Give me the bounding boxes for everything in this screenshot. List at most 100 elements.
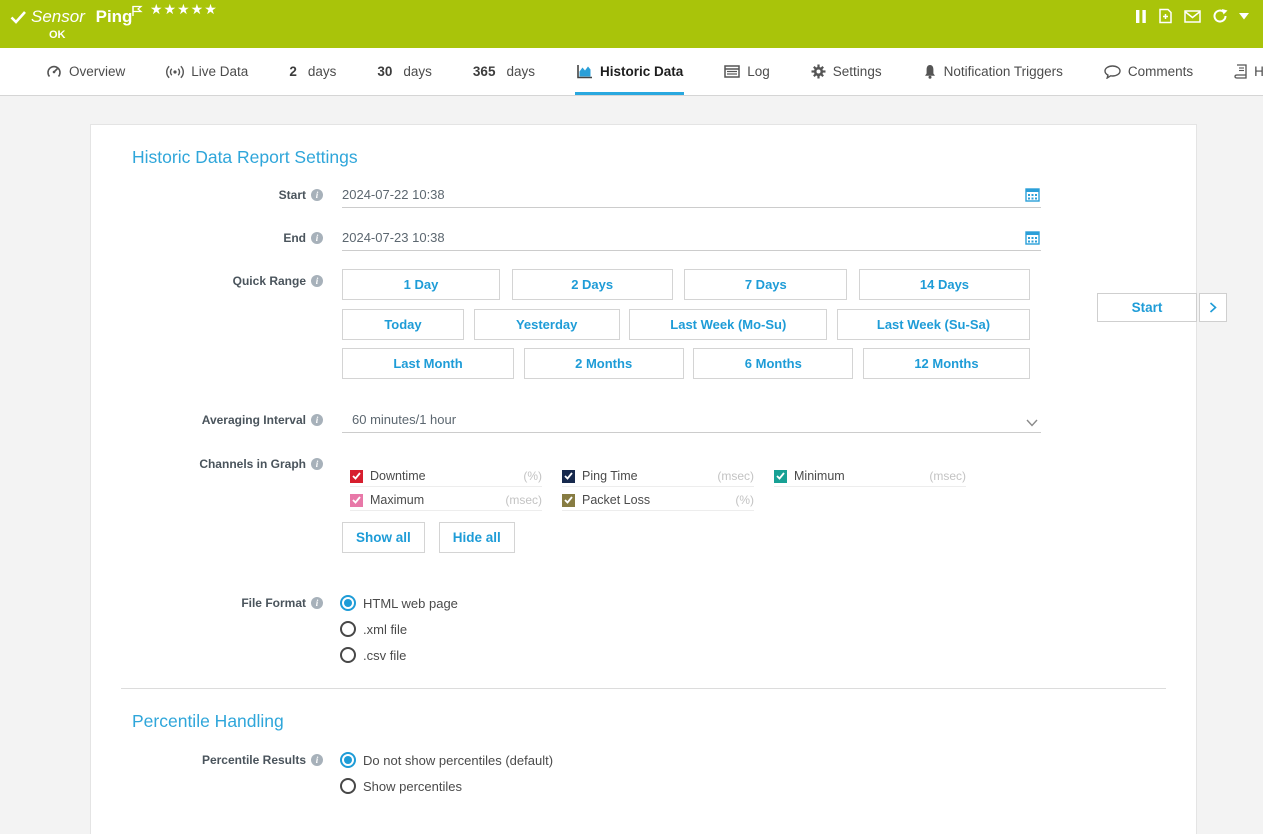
quick-range-6-months-button[interactable]: 6 Months	[693, 348, 853, 379]
tab-live-data[interactable]: Live Data	[165, 48, 249, 95]
quick-range-row-3: Last Month 2 Months 6 Months 12 Months	[342, 348, 1030, 379]
email-icon[interactable]	[1184, 10, 1201, 23]
start-report-button[interactable]: Start	[1097, 293, 1197, 322]
history-icon	[1234, 64, 1247, 79]
downtime-checkbox[interactable]	[350, 470, 363, 483]
refresh-icon[interactable]	[1212, 8, 1228, 24]
quick-range-last-week-mo-su-button[interactable]: Last Week (Mo-Su)	[629, 309, 827, 340]
quick-range-row-2: Today Yesterday Last Week (Mo-Su) Last W…	[342, 309, 1030, 340]
radio-unselected-icon[interactable]	[340, 647, 356, 663]
bell-icon	[923, 64, 937, 79]
info-icon[interactable]: i	[311, 232, 323, 244]
chevron-right-icon	[1209, 302, 1217, 313]
end-date-value: 2024-07-23 10:38	[342, 230, 445, 245]
quick-range-today-button[interactable]: Today	[342, 309, 464, 340]
channel-packet-loss[interactable]: Packet Loss (%)	[562, 490, 754, 511]
file-format-label: File Format i	[91, 595, 323, 611]
channel-maximum[interactable]: Maximum (msec)	[350, 490, 542, 511]
info-icon[interactable]: i	[311, 275, 323, 287]
sensor-title: Sensor Ping	[31, 7, 132, 27]
historic-data-panel: Historic Data Report Settings Start i 20…	[90, 124, 1197, 834]
percentile-options: Do not show percentiles (default) Show p…	[340, 747, 553, 799]
percentile-handling-heading: Percentile Handling	[132, 711, 284, 732]
quick-range-row-1: 1 Day 2 Days 7 Days 14 Days	[342, 269, 1030, 300]
end-label: End i	[91, 230, 323, 246]
gauge-icon	[46, 64, 62, 80]
ping-time-checkbox[interactable]	[562, 470, 575, 483]
hide-all-button[interactable]: Hide all	[439, 522, 515, 553]
chevron-down-icon[interactable]	[1026, 415, 1038, 430]
pause-icon[interactable]	[1135, 9, 1147, 24]
maximum-checkbox[interactable]	[350, 494, 363, 507]
sensor-title-prefix: Sensor	[31, 7, 85, 26]
quick-range-last-week-su-sa-button[interactable]: Last Week (Su-Sa)	[837, 309, 1030, 340]
file-format-options: HTML web page .xml file .csv file	[340, 590, 458, 668]
start-date-value: 2024-07-22 10:38	[342, 187, 445, 202]
add-report-icon[interactable]	[1158, 8, 1173, 24]
averaging-interval-select[interactable]: 60 minutes/1 hour	[342, 408, 1041, 433]
start-report-split-button: Start	[1097, 293, 1227, 322]
flag-icon[interactable]	[131, 4, 143, 22]
packet-loss-checkbox[interactable]	[562, 494, 575, 507]
quick-range-12-months-button[interactable]: 12 Months	[863, 348, 1030, 379]
info-icon[interactable]: i	[311, 754, 323, 766]
info-icon[interactable]: i	[311, 414, 323, 426]
percentile-do-not-show-option[interactable]: Do not show percentiles (default)	[340, 747, 553, 773]
channel-buttons: Show all Hide all	[342, 522, 515, 553]
info-icon[interactable]: i	[311, 458, 323, 470]
percentile-results-label: Percentile Results i	[91, 752, 323, 768]
tab-overview[interactable]: Overview	[45, 48, 126, 95]
broadcast-icon	[166, 65, 184, 79]
show-all-button[interactable]: Show all	[342, 522, 425, 553]
quick-range-14-days-button[interactable]: 14 Days	[859, 269, 1030, 300]
minimum-checkbox[interactable]	[774, 470, 787, 483]
file-format-csv-option[interactable]: .csv file	[340, 642, 458, 668]
tab-historic-data[interactable]: Historic Data	[575, 48, 684, 95]
averaging-interval-label: Averaging Interval i	[91, 412, 323, 428]
calendar-icon[interactable]	[1025, 230, 1040, 248]
channel-downtime[interactable]: Downtime (%)	[350, 466, 542, 487]
channels-in-graph-label: Channels in Graph i	[91, 456, 323, 472]
tab-365-days[interactable]: 365days	[472, 48, 536, 95]
tab-30-days[interactable]: 30days	[376, 48, 433, 95]
info-icon[interactable]: i	[311, 597, 323, 609]
report-settings-heading: Historic Data Report Settings	[132, 147, 358, 168]
tab-notification-triggers[interactable]: Notification Triggers	[922, 48, 1064, 95]
radio-selected-icon[interactable]	[340, 595, 356, 611]
channel-ping-time[interactable]: Ping Time (msec)	[562, 466, 754, 487]
info-icon[interactable]: i	[311, 189, 323, 201]
quick-range-2-days-button[interactable]: 2 Days	[512, 269, 673, 300]
percentile-show-option[interactable]: Show percentiles	[340, 773, 553, 799]
header-actions	[1135, 8, 1249, 24]
quick-range-7-days-button[interactable]: 7 Days	[684, 269, 847, 300]
start-date-input[interactable]: 2024-07-22 10:38	[342, 183, 1041, 208]
file-format-html-option[interactable]: HTML web page	[340, 590, 458, 616]
end-date-input[interactable]: 2024-07-23 10:38	[342, 226, 1041, 251]
radio-selected-icon[interactable]	[340, 752, 356, 768]
channel-minimum[interactable]: Minimum (msec)	[774, 466, 966, 487]
calendar-icon[interactable]	[1025, 187, 1040, 205]
radio-unselected-icon[interactable]	[340, 778, 356, 794]
start-report-arrow-button[interactable]	[1199, 293, 1227, 322]
caret-down-icon[interactable]	[1239, 13, 1249, 20]
file-format-xml-option[interactable]: .xml file	[340, 616, 458, 642]
tab-log[interactable]: Log	[723, 48, 771, 95]
prtg-page: Sensor Ping ★★★★★ OK	[0, 0, 1263, 834]
quick-range-yesterday-button[interactable]: Yesterday	[474, 309, 620, 340]
quick-range-2-months-button[interactable]: 2 Months	[524, 348, 684, 379]
tab-settings[interactable]: Settings	[810, 48, 883, 95]
sensor-status-badge: OK	[49, 29, 66, 41]
quick-range-last-month-button[interactable]: Last Month	[342, 348, 514, 379]
sensor-status-header: Sensor Ping ★★★★★ OK	[0, 0, 1263, 48]
quick-range-label: Quick Range i	[91, 273, 323, 289]
quick-range-1-day-button[interactable]: 1 Day	[342, 269, 500, 300]
tab-2-days[interactable]: 2days	[288, 48, 337, 95]
comment-icon	[1104, 65, 1121, 79]
tab-history[interactable]: History	[1233, 48, 1263, 95]
radio-unselected-icon[interactable]	[340, 621, 356, 637]
start-label: Start i	[91, 187, 323, 203]
gear-icon	[811, 64, 826, 79]
section-divider	[121, 688, 1166, 689]
priority-stars[interactable]: ★★★★★	[150, 2, 218, 18]
tab-comments[interactable]: Comments	[1103, 48, 1194, 95]
